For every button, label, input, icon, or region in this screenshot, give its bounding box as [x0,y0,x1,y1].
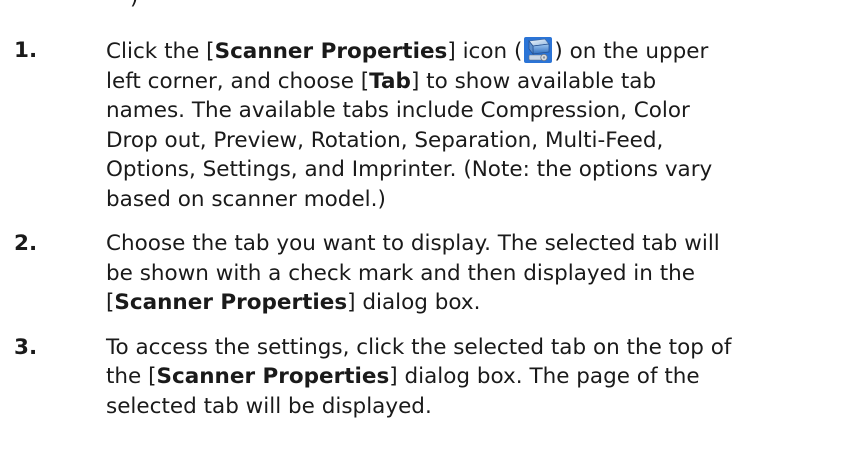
step-number: 2. [14,231,38,256]
scanner-properties-icon [523,36,553,64]
step-line: Drop out, Preview, Rotation, Separation,… [106,127,664,153]
step-line: names. The available tabs include Compre… [106,98,690,123]
step-line: Options, Settings, and Imprinter. (Note:… [106,157,713,182]
bold-term: Scanner Properties [156,364,390,389]
step-number: 1. [14,38,38,63]
bold-term: Scanner Properties [214,39,448,64]
bold-term: Scanner Properties [114,290,348,315]
bold-term: Tab [369,68,411,94]
instruction-steps: 1. Click the [Scanner Properties] icon ( [14,36,854,421]
step-line: be shown with a check mark and then disp… [106,260,696,286]
step-3: 3. To access the settings, click the sel… [14,333,854,422]
step-line: Click the [Scanner Properties] icon () … [106,36,854,67]
step-line: [Scanner Properties] dialog box. [106,290,481,315]
cropped-line-fragment: ) [130,0,138,10]
step-line: the [Scanner Properties] dialog box. The… [106,364,700,389]
step-line: Choose the tab you want to display. The … [106,231,720,256]
step-2: 2. Choose the tab you want to display. T… [14,229,854,318]
step-number: 3. [14,334,38,360]
step-1: 1. Click the [Scanner Properties] icon ( [14,36,854,214]
step-line: left corner, and choose [Tab] to show av… [106,68,657,94]
step-line: selected tab will be displayed. [106,393,432,419]
step-line: based on scanner model.) [106,186,386,212]
step-line: To access the settings, click the select… [106,334,732,360]
step-text: Click the [Scanner Properties] icon () … [106,36,854,214]
step-text: To access the settings, click the select… [106,333,854,422]
step-text: Choose the tab you want to display. The … [106,229,854,318]
